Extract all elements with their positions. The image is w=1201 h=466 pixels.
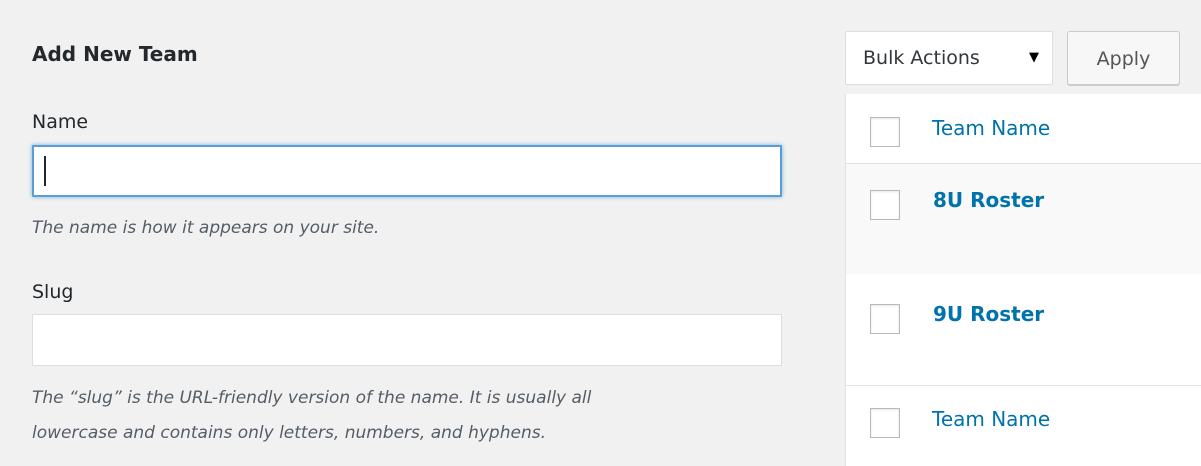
dropdown-arrow-icon: ▼	[1029, 50, 1039, 65]
team-name-link[interactable]: 9U Roster	[933, 302, 1044, 326]
add-new-team-form: Add New Team Name The name is how it app…	[0, 0, 800, 466]
slug-label: Slug	[32, 281, 74, 303]
select-all-checkbox-footer[interactable]	[870, 408, 900, 438]
slug-description-line-2: lowercase and contains only letters, num…	[32, 423, 546, 443]
name-label: Name	[32, 111, 89, 133]
row-checkbox[interactable]	[870, 304, 900, 334]
table-row: 9U Roster	[846, 274, 1201, 386]
team-name-column-header[interactable]: Team Name	[932, 116, 1050, 140]
bulk-actions-select[interactable]: Bulk Actions ▼	[845, 31, 1053, 85]
teams-list-panel: Bulk Actions ▼ Apply Team Name 8U Roster…	[845, 0, 1201, 466]
table-header-row: Team Name	[846, 94, 1201, 164]
team-name-link[interactable]: 8U Roster	[933, 188, 1044, 212]
slug-input[interactable]	[32, 314, 782, 366]
name-description: The name is how it appears on your site.	[32, 218, 380, 238]
text-cursor	[44, 156, 46, 186]
apply-button[interactable]: Apply	[1067, 31, 1180, 85]
slug-description-line-1: The “slug” is the URL-friendly version o…	[32, 388, 592, 408]
team-name-column-footer[interactable]: Team Name	[932, 407, 1050, 431]
form-title: Add New Team	[32, 42, 198, 66]
row-checkbox[interactable]	[870, 190, 900, 220]
name-input[interactable]	[32, 145, 782, 197]
table-row: 8U Roster	[846, 164, 1201, 274]
bulk-actions-selected: Bulk Actions	[863, 47, 980, 69]
slug-description: The “slug” is the URL-friendly version o…	[32, 381, 792, 451]
teams-table: Team Name 8U Roster 9U Roster Team Name	[845, 94, 1201, 466]
table-footer-row: Team Name	[846, 386, 1201, 466]
select-all-checkbox[interactable]	[870, 117, 900, 147]
